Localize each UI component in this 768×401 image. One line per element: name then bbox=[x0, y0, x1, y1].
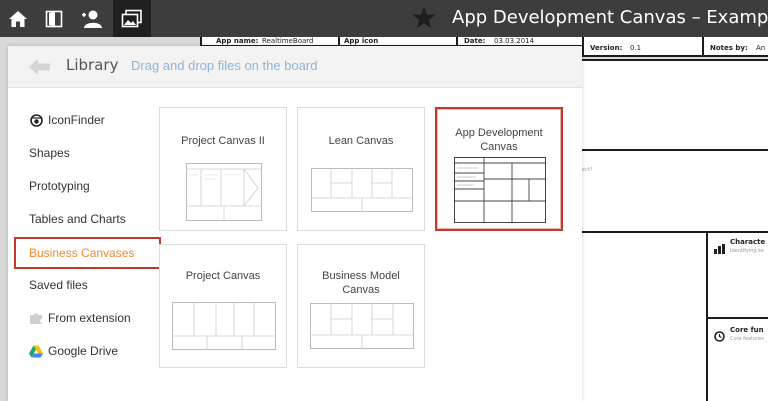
app-name-label: App name: bbox=[216, 37, 259, 45]
back-arrow-icon[interactable] bbox=[28, 58, 52, 76]
clock-icon bbox=[714, 327, 725, 346]
card-project-canvas[interactable]: Project Canvas bbox=[159, 244, 287, 368]
sidebar-item-label: Saved files bbox=[29, 278, 88, 292]
library-header: Library Drag and drop files on the board bbox=[8, 46, 582, 88]
date-label: Date: bbox=[464, 37, 486, 45]
sidebar-item-google-drive[interactable]: Google Drive bbox=[8, 335, 168, 367]
version-label: Version: bbox=[590, 44, 623, 52]
canvas-block-a bbox=[574, 59, 768, 151]
project-canvas-thumbnail bbox=[172, 302, 276, 350]
sidebar-item-from-extension[interactable]: From extension bbox=[8, 302, 168, 334]
version-value: 0.1 bbox=[630, 44, 642, 52]
lean-canvas-thumbnail bbox=[311, 168, 413, 212]
core-functions-cell: Core fun Core features bbox=[706, 317, 768, 401]
sidebar-item-prototyping[interactable]: Prototyping bbox=[8, 170, 168, 202]
sidebar-item-tables-and-charts[interactable]: Tables and Charts bbox=[8, 203, 168, 235]
date-value: 03.03.2014 bbox=[494, 37, 535, 45]
canvas-block-b: ect? bbox=[574, 149, 768, 233]
app-icon-label: App icon bbox=[344, 37, 379, 45]
project-canvas-ii-thumbnail bbox=[186, 163, 262, 221]
canvas-block-c bbox=[574, 231, 708, 401]
star-icon[interactable] bbox=[412, 6, 436, 30]
notes-by-cell: Notes by: An bbox=[702, 37, 768, 57]
top-toolbar: App Development Canvas – Example bbox=[0, 0, 768, 37]
core-functions-title: Core fun bbox=[730, 326, 764, 334]
characteristics-title: Characte bbox=[730, 238, 766, 246]
app-name-value: RealtimeBoard bbox=[262, 37, 314, 45]
sidebar-item-iconfinder[interactable]: IconFinder bbox=[8, 104, 168, 136]
sidebar-item-label: Tables and Charts bbox=[29, 212, 126, 226]
characteristics-sub: Identifying ke bbox=[730, 248, 764, 254]
book-icon[interactable] bbox=[38, 0, 70, 37]
sidebar-item-label: Shapes bbox=[29, 146, 70, 160]
sidebar-item-shapes[interactable]: Shapes bbox=[8, 137, 168, 169]
sidebar-item-label: Business Canvases bbox=[29, 246, 135, 260]
version-cell: Version: 0.1 bbox=[582, 37, 704, 57]
sidebar-item-label: IconFinder bbox=[48, 113, 105, 127]
library-title: Library bbox=[66, 56, 119, 74]
sidebar-item-label: Prototyping bbox=[29, 179, 90, 193]
card-lean-canvas[interactable]: Lean Canvas bbox=[297, 107, 425, 231]
notes-by-label: Notes by: bbox=[710, 44, 748, 52]
notes-by-value: An bbox=[756, 44, 766, 52]
characteristics-cell: Characte Identifying ke bbox=[706, 231, 768, 319]
card-business-model-canvas[interactable]: Business Model Canvas bbox=[297, 244, 425, 368]
card-app-development-canvas[interactable]: App Development Canvas bbox=[435, 107, 563, 231]
library-subtitle: Drag and drop files on the board bbox=[131, 58, 318, 73]
sidebar-item-saved-files[interactable]: Saved files bbox=[8, 269, 168, 301]
business-model-canvas-thumbnail bbox=[310, 303, 414, 349]
document-title: App Development Canvas – Example bbox=[452, 7, 768, 28]
sidebar-item-label: Google Drive bbox=[48, 344, 119, 358]
card-project-canvas-ii[interactable]: Project Canvas II bbox=[159, 107, 287, 231]
puzzle-icon bbox=[29, 311, 43, 325]
google-drive-icon bbox=[29, 344, 43, 358]
sidebar-item-label: From extension bbox=[48, 311, 131, 325]
library-panel: Library Drag and drop files on the board… bbox=[8, 46, 582, 401]
bar-chart-icon bbox=[714, 239, 726, 258]
block-b-fragment: ect? bbox=[582, 167, 593, 173]
card-title: Business Model Canvas bbox=[322, 270, 400, 296]
library-icon[interactable] bbox=[113, 0, 151, 37]
sidebar-item-business-canvases[interactable]: Business Canvases bbox=[14, 237, 161, 269]
card-title: Lean Canvas bbox=[328, 135, 394, 147]
iconfinder-icon bbox=[29, 113, 43, 127]
user-icon[interactable] bbox=[76, 0, 108, 37]
card-title: Project Canvas II bbox=[181, 135, 265, 147]
core-functions-sub: Core features bbox=[730, 336, 764, 342]
home-icon[interactable] bbox=[2, 0, 34, 37]
app-development-canvas-thumbnail bbox=[454, 157, 546, 223]
card-title: App Development Canvas bbox=[455, 127, 543, 153]
card-title: Project Canvas bbox=[185, 270, 261, 282]
